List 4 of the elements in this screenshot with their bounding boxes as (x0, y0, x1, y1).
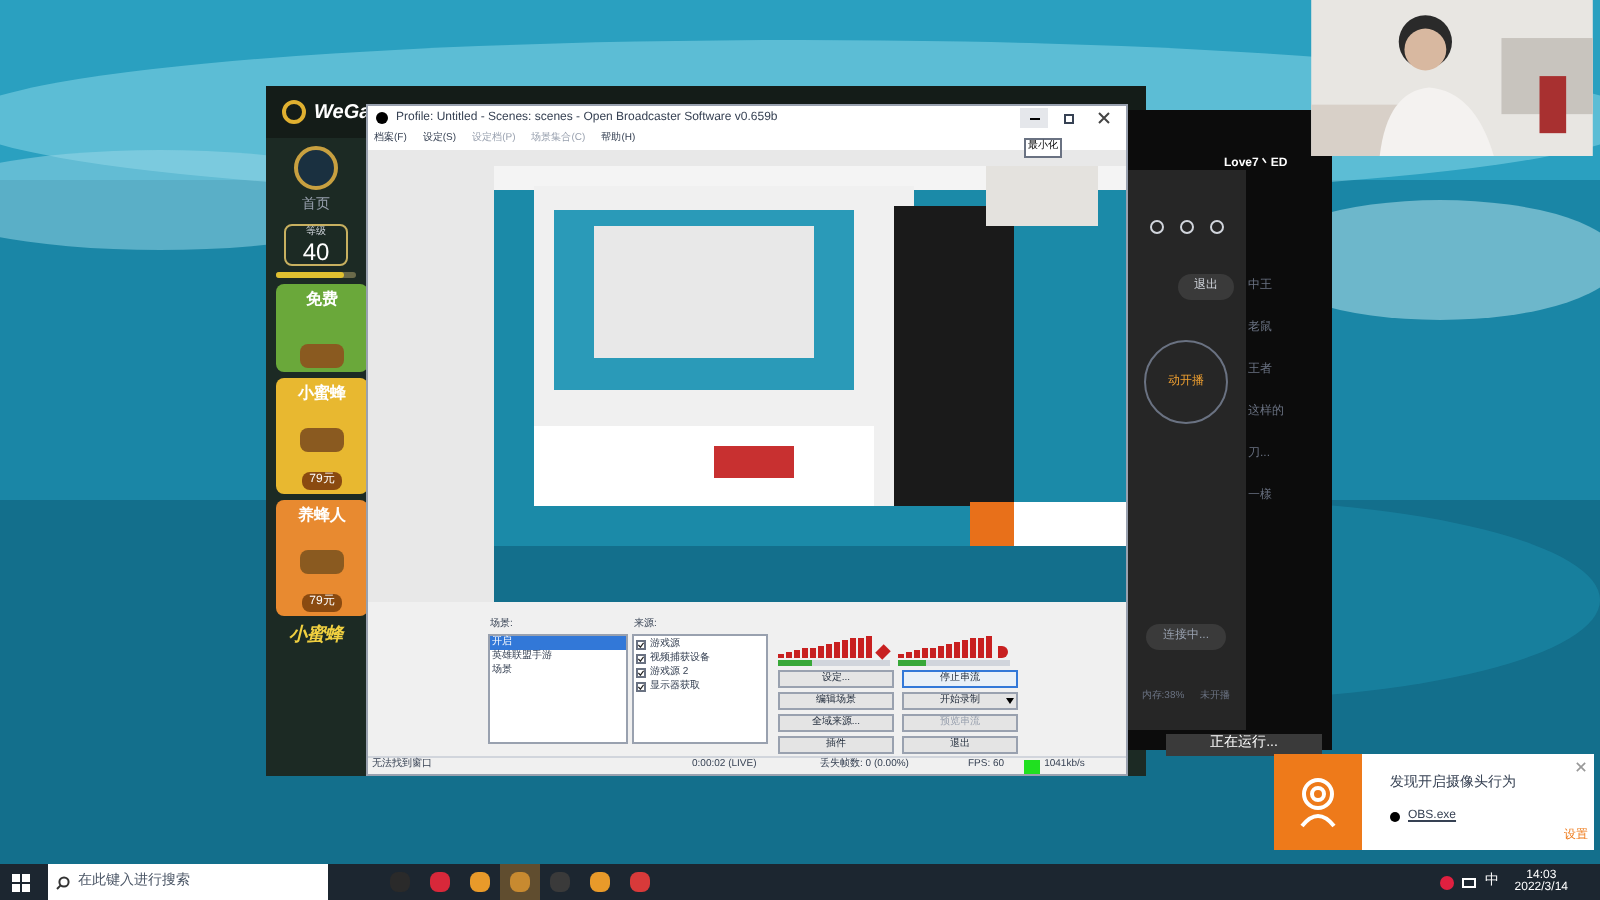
start-icon[interactable] (12, 873, 30, 891)
network-icon[interactable] (1462, 877, 1477, 887)
search-icon (56, 875, 70, 889)
tray-icon[interactable] (1440, 875, 1455, 889)
